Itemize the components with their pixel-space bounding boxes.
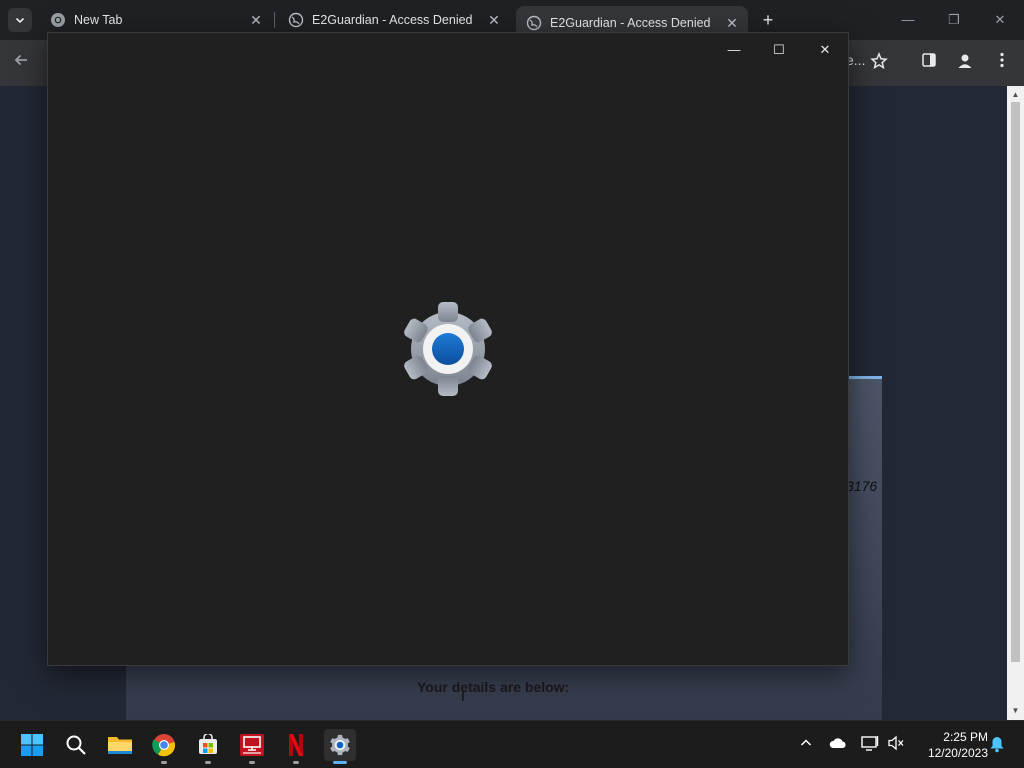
scrollbar-thumb[interactable] bbox=[1011, 102, 1020, 662]
globe-icon bbox=[288, 12, 304, 28]
clock-date: 12/20/2023 bbox=[927, 746, 988, 760]
tab-title: New Tab bbox=[74, 13, 123, 27]
new-tab-button[interactable]: + bbox=[758, 10, 778, 30]
taskbar: 2:25 PM 12/20/2023 bbox=[0, 720, 1024, 768]
settings-window[interactable]: — ☐ ✕ bbox=[47, 32, 849, 666]
tab-e2guardian-1[interactable]: E2Guardian - Access Denied ✕ bbox=[278, 6, 510, 34]
scroll-up-icon[interactable]: ▲ bbox=[1007, 88, 1024, 102]
profile-icon[interactable] bbox=[954, 52, 976, 74]
side-panel-icon[interactable] bbox=[918, 52, 940, 74]
bookmark-star-icon[interactable] bbox=[868, 52, 890, 74]
notification-bell-icon[interactable] bbox=[987, 735, 1007, 755]
browser-minimize-icon[interactable]: — bbox=[894, 8, 922, 32]
netflix-icon[interactable] bbox=[280, 729, 312, 764]
settings-gear-icon bbox=[404, 302, 492, 396]
volume-muted-icon[interactable] bbox=[886, 735, 906, 755]
taskbar-clock[interactable]: 2:25 PM 12/20/2023 bbox=[912, 729, 988, 761]
globe-icon bbox=[526, 15, 542, 31]
running-indicator bbox=[161, 761, 167, 764]
search-icon[interactable] bbox=[60, 729, 92, 761]
file-explorer-icon[interactable] bbox=[104, 729, 136, 761]
active-indicator bbox=[333, 761, 347, 764]
tab-separator bbox=[274, 12, 275, 28]
close-tab-icon[interactable]: ✕ bbox=[722, 15, 742, 32]
running-indicator bbox=[249, 761, 255, 764]
chrome-icon bbox=[50, 12, 66, 28]
close-tab-icon[interactable]: ✕ bbox=[246, 12, 266, 29]
remote-desktop-icon[interactable] bbox=[236, 729, 268, 764]
close-tab-icon[interactable]: ✕ bbox=[484, 12, 504, 29]
back-arrow-icon[interactable] bbox=[10, 52, 32, 74]
clock-time: 2:25 PM bbox=[943, 730, 988, 744]
tab-title: E2Guardian - Access Denied bbox=[550, 16, 711, 30]
details-heading: Your details are below: bbox=[417, 679, 570, 695]
maximize-button[interactable]: ☐ bbox=[757, 37, 801, 63]
tab-new-tab[interactable]: New Tab ✕ bbox=[40, 6, 272, 34]
scroll-down-icon[interactable]: ▼ bbox=[1007, 704, 1024, 718]
microsoft-store-icon[interactable] bbox=[192, 729, 224, 764]
windows-start-icon[interactable] bbox=[16, 729, 48, 761]
more-menu-icon[interactable] bbox=[991, 52, 1013, 74]
minimize-button[interactable]: — bbox=[712, 37, 756, 63]
vertical-scrollbar[interactable]: ▲ ▼ bbox=[1007, 86, 1024, 720]
settings-icon[interactable] bbox=[324, 729, 356, 764]
running-indicator bbox=[205, 761, 211, 764]
show-hidden-icons-chevron-icon[interactable] bbox=[796, 735, 816, 755]
text-cursor-icon: I bbox=[461, 688, 465, 704]
tab-search-button[interactable] bbox=[8, 8, 32, 32]
network-icon[interactable] bbox=[860, 735, 880, 755]
running-indicator bbox=[293, 761, 299, 764]
chevron-down-icon bbox=[15, 17, 25, 24]
tab-title: E2Guardian - Access Denied bbox=[312, 13, 473, 27]
chrome-icon[interactable] bbox=[148, 729, 180, 764]
browser-close-icon[interactable]: ✕ bbox=[986, 8, 1014, 32]
onedrive-cloud-icon[interactable] bbox=[828, 735, 848, 755]
browser-restore-icon[interactable]: ❐ bbox=[940, 8, 968, 32]
partial-text: 3176 bbox=[846, 478, 878, 494]
close-button[interactable]: ✕ bbox=[803, 37, 847, 63]
